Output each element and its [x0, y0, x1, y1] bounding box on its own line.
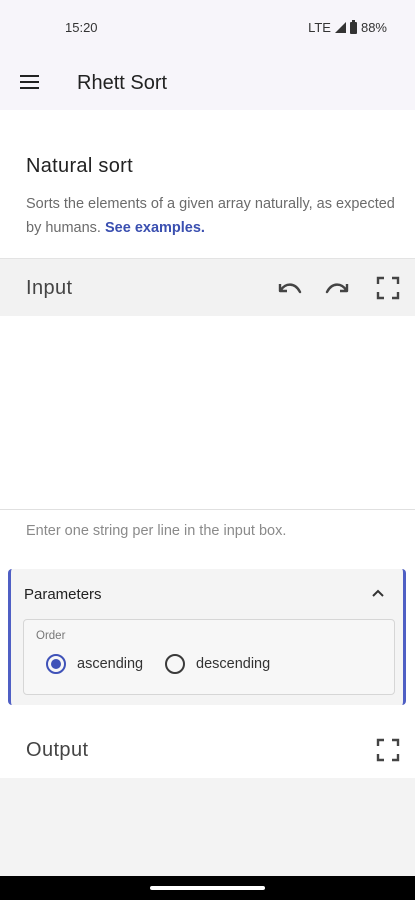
see-examples-link[interactable]: See examples. [105, 220, 205, 236]
radio-descending-label: descending [196, 656, 271, 672]
radio-ascending[interactable]: ascending [46, 654, 143, 674]
output-label: Output [26, 739, 89, 761]
output-fullscreen-icon[interactable] [375, 737, 401, 763]
parameters-title: Parameters [24, 586, 102, 603]
output-header: Output [0, 722, 415, 778]
fullscreen-icon[interactable] [375, 275, 401, 301]
input-label: Input [26, 277, 73, 299]
input-header: Input [0, 258, 415, 316]
status-indicators: LTE 88% [308, 19, 387, 35]
chevron-up-icon[interactable] [371, 587, 385, 599]
radio-descending[interactable]: descending [165, 654, 270, 674]
order-fieldset: Order ascending descending [23, 619, 395, 695]
navigation-bar [0, 876, 415, 900]
signal-icon [334, 22, 346, 33]
tool-intro: Natural sort Sorts the elements of a giv… [26, 155, 396, 240]
menu-icon[interactable] [20, 73, 40, 89]
tool-description: Sorts the elements of a given array natu… [26, 192, 396, 240]
tool-description-text: Sorts the elements of a given array natu… [26, 196, 395, 236]
radio-ascending-label: ascending [77, 656, 144, 672]
radio-button-unchecked[interactable] [165, 654, 185, 674]
battery-level: 88% [360, 20, 387, 35]
battery-icon [349, 19, 357, 34]
status-bar: 15:20 LTE 88% [0, 0, 415, 56]
app-title: Rhett Sort [77, 72, 168, 94]
home-gesture-handle[interactable] [150, 886, 265, 890]
status-time: 15:20 [65, 20, 98, 35]
undo-icon[interactable] [276, 275, 302, 301]
parameters-panel: Parameters Order ascending descending [8, 569, 406, 705]
app-bar: Rhett Sort [0, 56, 415, 110]
input-hint: Enter one string per line in the input b… [26, 523, 287, 539]
redo-icon[interactable] [325, 275, 351, 301]
output-area [0, 778, 415, 876]
radio-button-checked[interactable] [46, 654, 66, 674]
network-label: LTE [308, 20, 331, 35]
input-textarea[interactable] [0, 316, 415, 510]
tool-title: Natural sort [26, 155, 133, 177]
order-legend: Order [36, 630, 66, 642]
